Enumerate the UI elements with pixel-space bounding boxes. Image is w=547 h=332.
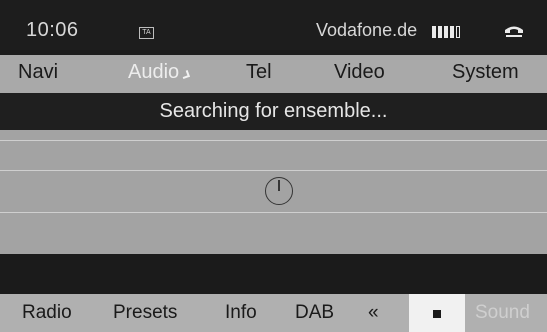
menu-audio[interactable]: Audio	[128, 61, 179, 84]
spacer-band	[0, 254, 547, 294]
status-bar: 10:06 TA Vodafone.de	[0, 0, 547, 55]
list-divider	[0, 140, 547, 141]
bottom-presets[interactable]: Presets	[113, 302, 177, 324]
signal-bar	[450, 26, 454, 38]
ta-icon: TA	[139, 27, 154, 39]
signal-bar-empty	[456, 26, 460, 38]
message-bar: Searching for ensemble...	[0, 93, 547, 130]
carrier-name: Vodafone.de	[316, 20, 418, 40]
status-message: Searching for ensemble...	[159, 100, 388, 122]
signal-strength-icon	[432, 26, 460, 38]
main-menu: Navi Audio Tel Video System	[0, 55, 547, 93]
bottom-dab[interactable]: DAB	[295, 302, 334, 324]
stop-button[interactable]	[409, 294, 465, 332]
clock: 10:06	[26, 19, 79, 41]
signal-bar	[438, 26, 442, 38]
list-divider	[0, 212, 547, 213]
bottom-info[interactable]: Info	[225, 302, 257, 324]
signal-bar	[432, 26, 436, 38]
bottom-sound[interactable]: Sound	[475, 302, 530, 324]
menu-system[interactable]: System	[452, 61, 519, 84]
phone-handset-icon	[505, 26, 523, 37]
bottom-radio[interactable]: Radio	[22, 302, 72, 324]
list-divider	[0, 170, 547, 171]
menu-navi[interactable]: Navi	[18, 61, 58, 84]
menu-tel[interactable]: Tel	[246, 61, 272, 84]
menu-video[interactable]: Video	[334, 61, 385, 84]
signal-bar	[444, 26, 448, 38]
back-arrow-icon[interactable]: «	[368, 302, 379, 324]
busy-indicator-icon	[265, 177, 293, 205]
head-unit-screen: 10:06 TA Vodafone.de Navi Audio Tel Vide…	[0, 0, 547, 332]
